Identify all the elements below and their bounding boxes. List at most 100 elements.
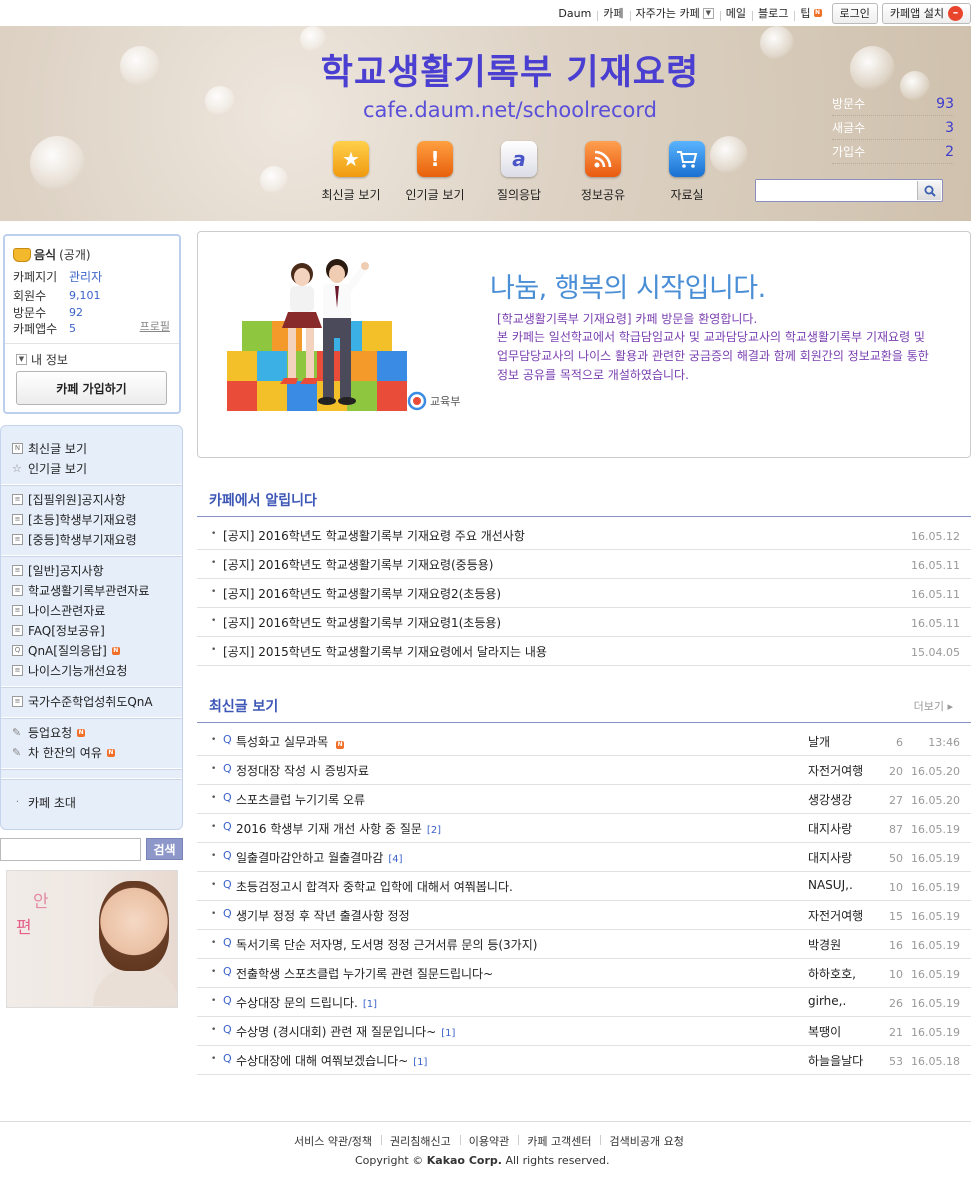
footer-link-help[interactable]: 카페 고객센터	[518, 1133, 600, 1149]
recent-title-link[interactable]: 초등검정고시 합격자 중학교 입학에 대해서 여쭤봅니다.	[236, 878, 513, 895]
sidebar-item-popular[interactable]: ☆ 인기글 보기	[12, 460, 87, 477]
sidebar-search-button[interactable]: 검색	[146, 838, 183, 860]
gnb-favorite-cafe-link[interactable]: 자주가는 카페 ▼	[629, 5, 720, 21]
quick-info-share[interactable]: 정보공유	[561, 139, 645, 203]
sidebar-item-levelup[interactable]: ✎ 등업요청 N	[12, 724, 86, 741]
author-link[interactable]: 자전거여행	[808, 762, 863, 779]
recent-row[interactable]: • Q 2016 학생부 기재 개선 사항 중 질문 [2] 대지사랑 87 16.05.1…	[197, 814, 971, 843]
footer-link-terms[interactable]: 이용약관	[459, 1133, 518, 1149]
recent-row[interactable]: • Q 특성화고 실무과목 N 날개 6 13:46	[197, 727, 971, 756]
recent-title-link[interactable]: 전출학생 스포츠클럽 누가기록 관련 질문드립니다~	[236, 965, 493, 982]
footer-link-search-hide[interactable]: 검색비공개 요청	[600, 1133, 692, 1149]
recent-title-link[interactable]: 수상대장 문의 드립니다. [1]	[236, 994, 377, 1011]
author-link[interactable]: girhe,.	[808, 994, 846, 1008]
quick-archive[interactable]: 자료실	[645, 139, 729, 203]
author-link[interactable]: 대지사랑	[808, 849, 852, 866]
header-search	[755, 179, 943, 202]
profile-manager-link[interactable]: 관리자	[69, 268, 102, 285]
recent-title-link[interactable]: 특성화고 실무과목 N	[236, 733, 345, 750]
notice-title-link[interactable]: [공지] 2016학년도 학교생활기록부 기재요령1(초등용)	[223, 614, 501, 631]
footer-link-policy[interactable]: 서비스 약관/정책	[285, 1133, 381, 1149]
gnb-tip-link[interactable]: 팁N	[794, 5, 827, 21]
sidebar-item-middle[interactable]: ≡ [중등]학생부기재요령	[12, 531, 137, 548]
join-cafe-button[interactable]: 카페 가입하기	[16, 371, 167, 405]
notice-title-link[interactable]: [공지] 2016학년도 학교생활기록부 기재요령2(초등용)	[223, 585, 501, 602]
comment-count[interactable]: [1]	[441, 1028, 455, 1039]
my-info-toggle[interactable]: ▼ 내 정보	[16, 351, 68, 368]
footer-link-report[interactable]: 권리침해신고	[381, 1133, 460, 1149]
sidebar-item-general-notice[interactable]: ≡ [일반]공지사항	[12, 562, 104, 579]
notice-title-link[interactable]: [공지] 2015학년도 학교생활기록부 기재요령에서 달라지는 내용	[223, 643, 547, 660]
quick-latest-posts[interactable]: ★ 최신글 보기	[309, 139, 393, 203]
sidebar-item-neis-request[interactable]: ≡ 나이스기능개선요청	[12, 662, 127, 679]
recent-title-link[interactable]: 독서기록 단순 저자명, 도서명 정정 근거서류 문의 등(3가지)	[236, 936, 537, 953]
profile-link[interactable]: 프로필	[140, 318, 170, 334]
sidebar-item-tea-time[interactable]: ✎ 차 한잔의 여유 N	[12, 744, 115, 761]
notice-title-link[interactable]: [공지] 2016학년도 학교생활기록부 기재요령(중등용)	[223, 556, 493, 573]
recent-title-link[interactable]: 2016 학생부 기재 개선 사항 중 질문 [2]	[236, 820, 441, 837]
sidebar-item-national-qna[interactable]: ≡ 국가수준학업성취도QnA	[12, 693, 153, 710]
notice-row[interactable]: • [공지] 2015학년도 학교생활기록부 기재요령에서 달라지는 내용 15.0…	[197, 637, 971, 666]
cafe-url[interactable]: cafe.daum.net/schoolrecord	[0, 98, 971, 122]
recent-row[interactable]: • Q 전출학생 스포츠클럽 누가기록 관련 질문드립니다~ 하하호호, 10 16.05…	[197, 959, 971, 988]
sidebar-item-invite[interactable]: · 카페 초대	[12, 794, 76, 811]
quick-popular-posts[interactable]: ! 인기글 보기	[393, 139, 477, 203]
sidebar-item-writer-notice[interactable]: ≡ [집필위원]공지사항	[12, 491, 126, 508]
notice-row[interactable]: • [공지] 2016학년도 학교생활기록부 기재요령1(초등용) 16.05.11	[197, 608, 971, 637]
author-link[interactable]: 하늘을날다	[808, 1052, 863, 1069]
notice-title-link[interactable]: [공지] 2016학년도 학교생활기록부 기재요령 주요 개선사항	[223, 527, 525, 544]
recent-row[interactable]: • Q 독서기록 단순 저자명, 도서명 정정 근거서류 문의 등(3가지) 박경원 1…	[197, 930, 971, 959]
author-link[interactable]: 대지사랑	[808, 820, 852, 837]
recent-title-link[interactable]: 일출결마감안하고 월출결마감 [4]	[236, 849, 403, 866]
sidebar-item-faq[interactable]: ≡ FAQ[정보공유]	[12, 622, 105, 639]
notice-row[interactable]: • [공지] 2016학년도 학교생활기록부 기재요령 주요 개선사항 16.05.…	[197, 521, 971, 550]
recent-title-link[interactable]: 생기부 정정 후 작년 출결사항 정정	[236, 907, 410, 924]
author-link[interactable]: 박경원	[808, 936, 841, 953]
sidebar-search-input[interactable]	[0, 838, 141, 861]
gnb-cafe-link[interactable]: 카페	[597, 5, 629, 21]
recent-row[interactable]: • Q 일출결마감안하고 월출결마감 [4] 대지사랑 50 16.05.19	[197, 843, 971, 872]
gnb-daum-link[interactable]: Daum	[552, 7, 597, 20]
chevron-down-icon[interactable]: ▼	[702, 7, 714, 19]
recent-row[interactable]: • Q 생기부 정정 후 작년 출결사항 정정 자전거여행 15 16.05.19	[197, 901, 971, 930]
gnb-blog-link[interactable]: 블로그	[752, 5, 794, 21]
comment-count[interactable]: [1]	[363, 999, 377, 1010]
recent-title-link[interactable]: 스포츠클럽 누기기록 오류	[236, 791, 365, 808]
search-icon[interactable]	[917, 181, 941, 200]
login-button[interactable]: 로그인	[831, 2, 878, 24]
comment-count[interactable]: [2]	[427, 825, 441, 836]
author-link[interactable]: 자전거여행	[808, 907, 863, 924]
sidebar-item-latest[interactable]: N 최신글 보기	[12, 440, 87, 457]
ad-banner[interactable]: 안 편	[6, 870, 178, 1008]
header-search-input[interactable]	[756, 180, 916, 201]
notice-date: 16.05.11	[911, 617, 960, 630]
sidebar-item-record-materials[interactable]: ≡ 학교생활기록부관련자료	[12, 582, 149, 599]
recent-more-link[interactable]: 더보기 ▸	[914, 698, 953, 714]
notice-row[interactable]: • [공지] 2016학년도 학교생활기록부 기재요령2(초등용) 16.05.11	[197, 579, 971, 608]
quick-qna[interactable]: a 질의응답	[477, 139, 561, 203]
kakao-link[interactable]: Kakao Corp.	[427, 1154, 502, 1167]
recent-title-link[interactable]: 정정대장 작성 시 증빙자료	[236, 762, 369, 779]
author-link[interactable]: 생강생강	[808, 791, 852, 808]
app-install-button[interactable]: 카페앱 설치 –	[881, 2, 971, 24]
recent-title-link[interactable]: 수상명 (경시대회) 관련 재 질문입니다~ [1]	[236, 1023, 455, 1040]
author-link[interactable]: 하하호호,	[808, 965, 856, 982]
recent-row[interactable]: • Q 수상대장 문의 드립니다. [1] girhe,. 26 16.05.19	[197, 988, 971, 1017]
author-link[interactable]: 복땡이	[808, 1023, 841, 1040]
author-link[interactable]: 날개	[808, 733, 830, 750]
recent-row[interactable]: • Q 수상명 (경시대회) 관련 재 질문입니다~ [1] 복땡이 21 16.05.19	[197, 1017, 971, 1046]
gnb-mail-link[interactable]: 메일	[719, 5, 752, 21]
comment-count[interactable]: [1]	[413, 1057, 427, 1068]
cafe-title[interactable]: 학교생활기록부 기재요령	[0, 44, 971, 95]
recent-title-link[interactable]: 수상대장에 대해 여쭤보겠습니다~ [1]	[236, 1052, 427, 1069]
recent-row[interactable]: • Q 수상대장에 대해 여쭤보겠습니다~ [1] 하늘을날다 53 16.05.18	[197, 1046, 971, 1075]
notice-row[interactable]: • [공지] 2016학년도 학교생활기록부 기재요령(중등용) 16.05.11	[197, 550, 971, 579]
sidebar-item-neis-materials[interactable]: ≡ 나이스관련자료	[12, 602, 105, 619]
comment-count[interactable]: [4]	[388, 854, 402, 865]
sidebar-item-elementary[interactable]: ≡ [초등]학생부기재요령	[12, 511, 137, 528]
recent-row[interactable]: • Q 초등검정고시 합격자 중학교 입학에 대해서 여쭤봅니다. NASUJ,. 10…	[197, 872, 971, 901]
sidebar-item-qna[interactable]: Q QnA[질의응답] N	[12, 642, 120, 659]
recent-row[interactable]: • Q 스포츠클럽 누기기록 오류 생강생강 27 16.05.20	[197, 785, 971, 814]
recent-row[interactable]: • Q 정정대장 작성 시 증빙자료 자전거여행 20 16.05.20	[197, 756, 971, 785]
author-link[interactable]: NASUJ,.	[808, 878, 853, 892]
